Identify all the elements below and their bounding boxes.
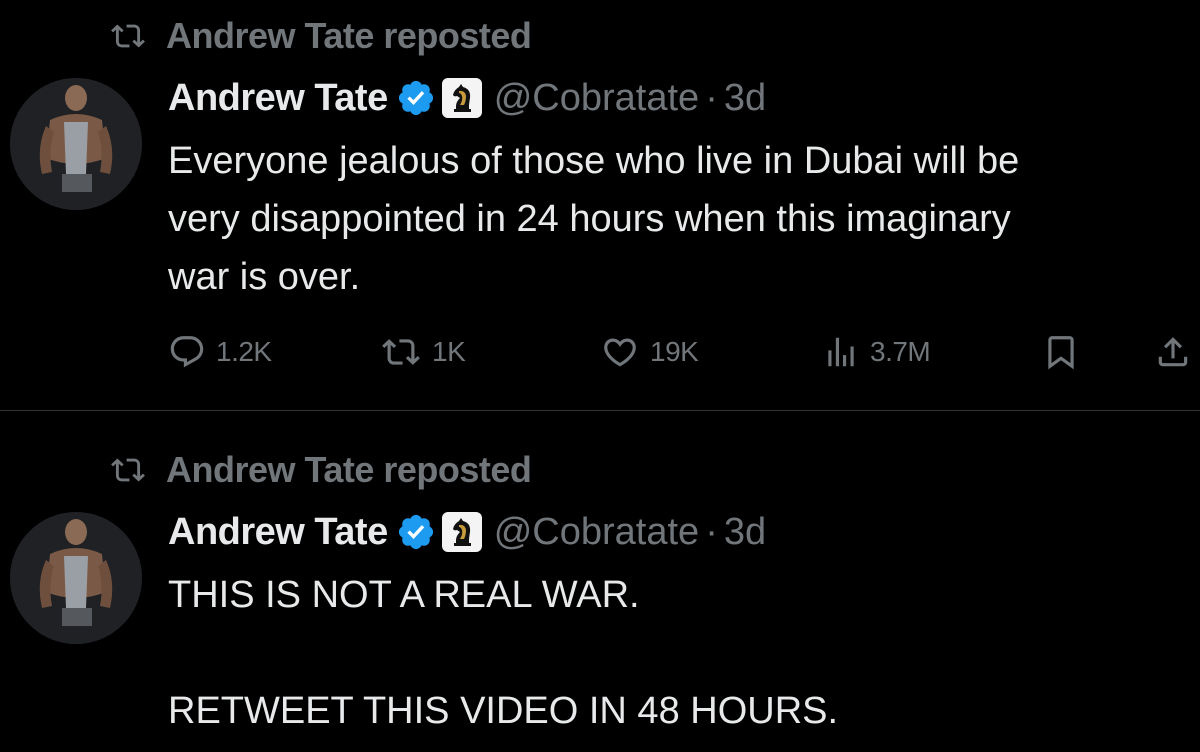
- like-button[interactable]: 19K: [600, 326, 699, 378]
- reply-icon: [170, 336, 204, 368]
- verified-badge-icon: [398, 514, 433, 550]
- retweet-icon: [382, 339, 420, 365]
- retweet-button[interactable]: 1K: [380, 326, 466, 378]
- retweet-count: 1K: [432, 336, 466, 367]
- repost-label: Andrew Tate reposted: [166, 449, 532, 490]
- author-handle[interactable]: @Cobratate: [494, 511, 699, 554]
- separator-dot: ·: [705, 510, 718, 553]
- repost-context[interactable]: Andrew Tate reposted: [104, 14, 532, 58]
- author-name[interactable]: Andrew Tate: [168, 77, 388, 120]
- tweet-divider: [0, 410, 1200, 411]
- bookmark-button[interactable]: [1042, 326, 1090, 378]
- reply-button[interactable]: 1.2K: [168, 326, 272, 378]
- repost-icon: [111, 458, 145, 482]
- tweet-header: Andrew Tate @Cobratate · 3d: [168, 506, 766, 558]
- avatar-image: [10, 512, 142, 644]
- views-button[interactable]: 3.7M: [822, 326, 931, 378]
- separator-dot: ·: [705, 76, 718, 119]
- tweet-text: Everyone jealous of those who live in Du…: [168, 140, 1020, 298]
- share-icon: [1158, 337, 1188, 367]
- tweet-text: THIS IS NOT A REAL WAR. RETWEET THIS VID…: [168, 574, 839, 732]
- chess-knight-icon[interactable]: [441, 78, 482, 118]
- bookmark-icon: [1048, 336, 1074, 370]
- author-handle[interactable]: @Cobratate: [494, 77, 699, 120]
- chess-knight-icon[interactable]: [441, 512, 482, 552]
- timestamp[interactable]: 3d: [724, 511, 766, 554]
- action-bar: 1.2K 1K 19K 3.7M: [168, 326, 1198, 378]
- like-count: 19K: [650, 336, 699, 367]
- avatar-image: [10, 78, 142, 210]
- reply-count: 1.2K: [216, 336, 272, 367]
- author-name[interactable]: Andrew Tate: [168, 511, 388, 554]
- tweet[interactable]: Andrew Tate reposted Andrew Tate @Cobrat…: [0, 0, 1200, 410]
- repost-label: Andrew Tate reposted: [166, 15, 532, 56]
- tweet[interactable]: Andrew Tate reposted Andrew Tate @Cobrat…: [0, 412, 1200, 752]
- heart-icon: [604, 338, 636, 367]
- timestamp[interactable]: 3d: [724, 77, 766, 120]
- repost-context[interactable]: Andrew Tate reposted: [104, 448, 532, 492]
- avatar[interactable]: [10, 78, 142, 210]
- share-button[interactable]: [1154, 326, 1200, 378]
- verified-badge-icon: [398, 80, 433, 116]
- views-count: 3.7M: [870, 336, 931, 367]
- views-chart-icon: [828, 337, 854, 367]
- repost-icon: [111, 24, 145, 48]
- timeline-feed: Andrew Tate reposted Andrew Tate @Cobrat…: [0, 0, 1200, 752]
- avatar[interactable]: [10, 512, 142, 644]
- tweet-header: Andrew Tate @Cobratate · 3d: [168, 72, 766, 124]
